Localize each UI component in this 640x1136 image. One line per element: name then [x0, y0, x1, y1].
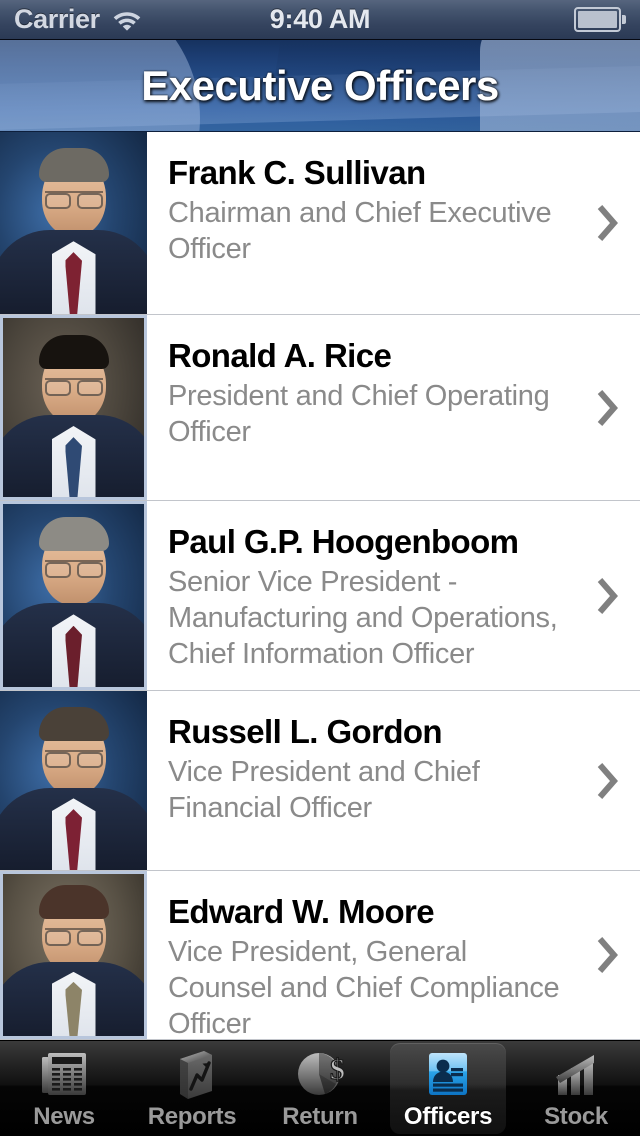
chevron-right-icon[interactable]: [596, 762, 618, 799]
tab-label: Reports: [147, 1102, 237, 1130]
chevron-right-icon[interactable]: [596, 389, 618, 426]
chevron-right-icon[interactable]: [596, 577, 618, 614]
table-row[interactable]: Russell L. Gordon Vice President and Chie…: [0, 691, 640, 871]
book-chart-icon: [164, 1047, 220, 1101]
officer-name: Russell L. Gordon: [168, 713, 443, 750]
officer-info: Paul G.P. Hoogenboom Senior Vice Presiden…: [147, 501, 640, 690]
tab-officers[interactable]: Officers: [384, 1041, 512, 1136]
tab-return[interactable]: $ Return: [256, 1041, 384, 1136]
pie-dollar-icon: $: [292, 1047, 348, 1101]
newspaper-icon: [36, 1047, 92, 1101]
officer-name: Ronald A. Rice: [168, 337, 392, 374]
id-card-person-icon: [420, 1047, 476, 1101]
officer-title: Vice President, General Counsel and Chie…: [168, 936, 560, 1040]
officer-info: Ronald A. Rice President and Chief Operat…: [147, 315, 640, 500]
status-bar: Carrier 9:40 AM: [0, 0, 640, 40]
app-root: Carrier 9:40 AM Executive Officers Frank…: [0, 0, 640, 1136]
officer-photo: [0, 132, 147, 314]
officer-info: Edward W. Moore Vice President, General C…: [147, 871, 640, 1040]
tab-bar[interactable]: News Reports $ Return Officers Stock: [0, 1040, 640, 1136]
officer-photo: [0, 501, 147, 690]
officer-photo: [0, 691, 147, 870]
svg-text:$: $: [330, 1053, 345, 1086]
officer-info: Frank C. Sullivan Chairman and Chief Exec…: [147, 132, 640, 314]
officer-photo: [0, 315, 147, 500]
table-row[interactable]: Paul G.P. Hoogenboom Senior Vice Presiden…: [0, 501, 640, 691]
table-row[interactable]: Frank C. Sullivan Chairman and Chief Exec…: [0, 132, 640, 315]
officer-title: Chairman and Chief Executive Officer: [168, 197, 552, 265]
officer-photo: [0, 871, 147, 1039]
status-bar-right: [422, 7, 640, 32]
wifi-icon: [112, 9, 142, 31]
chevron-right-icon[interactable]: [596, 205, 618, 241]
chevron-right-icon[interactable]: [596, 937, 618, 973]
tab-label: Stock: [544, 1102, 608, 1130]
clock-label: 9:40 AM: [269, 4, 371, 34]
page-title: Executive Officers: [141, 61, 499, 109]
tab-stock[interactable]: Stock: [512, 1041, 640, 1136]
carrier-label: Carrier: [14, 4, 100, 34]
officer-info: Russell L. Gordon Vice President and Chie…: [147, 691, 640, 870]
table-row[interactable]: Ronald A. Rice President and Chief Operat…: [0, 315, 640, 501]
officer-name: Paul G.P. Hoogenboom: [168, 523, 519, 560]
battery-icon: [574, 7, 626, 32]
tab-reports[interactable]: Reports: [128, 1041, 256, 1136]
officers-list[interactable]: Frank C. Sullivan Chairman and Chief Exec…: [0, 132, 640, 1040]
tab-label: News: [33, 1102, 95, 1130]
status-bar-left: Carrier: [0, 4, 218, 35]
tab-label: Return: [282, 1102, 358, 1130]
officer-name: Frank C. Sullivan: [168, 154, 426, 191]
status-bar-center: 9:40 AM: [218, 4, 423, 35]
officer-title: President and Chief Operating Officer: [168, 380, 550, 448]
table-row[interactable]: Edward W. Moore Vice President, General C…: [0, 871, 640, 1040]
officer-title: Vice President and Chief Financial Offic…: [168, 756, 480, 824]
tab-label: Officers: [403, 1102, 493, 1130]
bar-chart-icon: [548, 1047, 604, 1101]
officer-name: Edward W. Moore: [168, 893, 435, 930]
navigation-bar: Executive Officers: [0, 40, 640, 132]
officer-title: Senior Vice President - Manufacturing an…: [168, 566, 558, 670]
tab-news[interactable]: News: [0, 1041, 128, 1136]
